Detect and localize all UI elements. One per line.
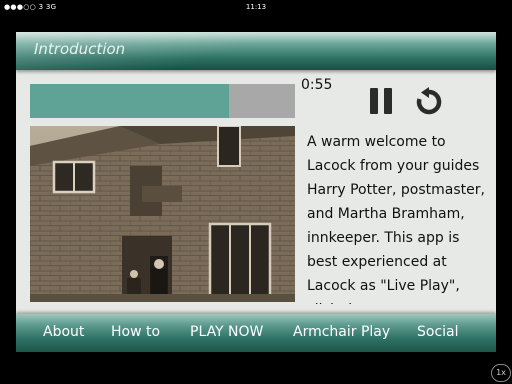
title-bar: Introduction (16, 32, 496, 70)
tab-about[interactable]: About (43, 324, 84, 340)
elapsed-time: 0:55 (301, 77, 333, 93)
pause-button[interactable] (370, 88, 394, 114)
tab-social[interactable]: Social (417, 324, 459, 340)
tab-how-to[interactable]: How to (111, 324, 160, 340)
replay-icon (416, 87, 442, 115)
tab-play-now[interactable]: PLAY NOW (190, 324, 263, 340)
intro-text: A warm welcome to Lacock from your guide… (307, 134, 485, 304)
audio-progress-fill (30, 84, 229, 118)
audio-progress-bar[interactable] (30, 84, 295, 118)
page-title: Introduction (34, 40, 126, 58)
bottom-tab-bar: About How to PLAY NOW Armchair Play Soci… (16, 314, 496, 352)
status-bar: ●●●○○ 3 3G 11:13 (0, 0, 512, 14)
tab-armchair-play[interactable]: Armchair Play (293, 324, 390, 340)
clock: 11:13 (245, 3, 267, 11)
lacock-photo (30, 126, 295, 302)
zoom-indicator[interactable]: 1x (491, 364, 511, 382)
replay-button[interactable] (414, 87, 444, 117)
app-window: Introduction 0:55 A warm welcome to Laco… (16, 32, 496, 352)
